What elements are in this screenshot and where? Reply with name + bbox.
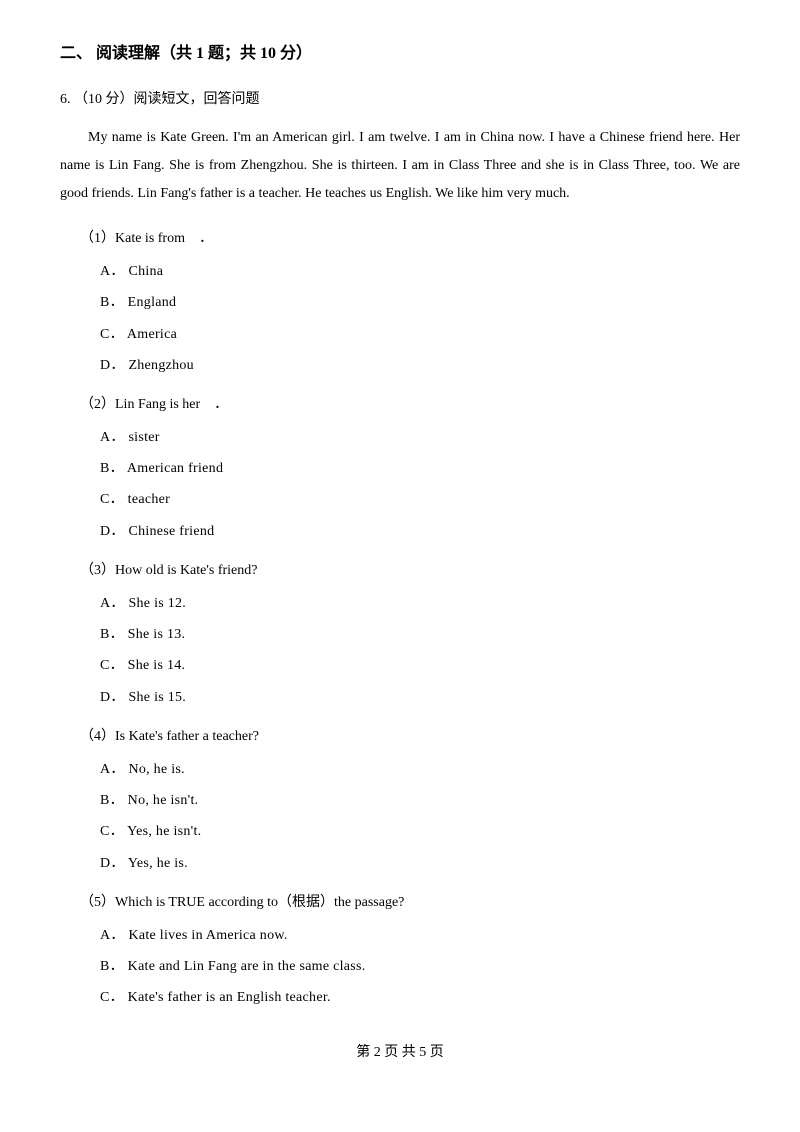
option-1-0: A． China: [100, 259, 740, 284]
option-4-3: D． Yes, he is.: [100, 851, 740, 876]
option-1-2: C． America: [100, 322, 740, 347]
subquestion-1: （1）Kate is from ． A． China B． England C． Am…: [60, 226, 740, 378]
option-3-2: C． She is 14.: [100, 653, 740, 678]
subquestion-5: （5）Which is TRUE according to（根据）the pas…: [60, 890, 740, 1011]
subquestion-3: （3）How old is Kate's friend? A． She is 12…: [60, 558, 740, 710]
subquestions-container: （1）Kate is from ． A． China B． England C． Am…: [60, 226, 740, 1011]
option-3-1: B． She is 13.: [100, 622, 740, 647]
subquestion-text-3: （3）How old is Kate's friend?: [80, 558, 740, 583]
subquestion-text-2: （2）Lin Fang is her ．: [80, 392, 740, 417]
subquestion-text-1: （1）Kate is from ．: [80, 226, 740, 251]
section-title: 二、 阅读理解（共 1 题；共 10 分）: [60, 40, 740, 69]
option-5-0: A． Kate lives in America now.: [100, 923, 740, 948]
option-3-0: A． She is 12.: [100, 591, 740, 616]
option-2-2: C． teacher: [100, 487, 740, 512]
option-3-3: D． She is 15.: [100, 685, 740, 710]
option-4-1: B． No, he isn't.: [100, 788, 740, 813]
option-4-0: A． No, he is.: [100, 757, 740, 782]
option-5-2: C． Kate's father is an English teacher.: [100, 985, 740, 1010]
option-2-0: A． sister: [100, 425, 740, 450]
option-4-2: C． Yes, he isn't.: [100, 819, 740, 844]
question-header: 6. （10 分）阅读短文，回答问题: [60, 87, 740, 112]
option-2-1: B． American friend: [100, 456, 740, 481]
subquestion-text-5: （5）Which is TRUE according to（根据）the pas…: [80, 890, 740, 915]
page-footer: 第 2 页 共 5 页: [60, 1040, 740, 1065]
subquestion-4: （4）Is Kate's father a teacher? A． No, he …: [60, 724, 740, 876]
subquestion-text-4: （4）Is Kate's father a teacher?: [80, 724, 740, 749]
option-5-1: B． Kate and Lin Fang are in the same cla…: [100, 954, 740, 979]
option-2-3: D． Chinese friend: [100, 519, 740, 544]
passage: My name is Kate Green. I'm an American g…: [60, 124, 740, 208]
subquestion-2: （2）Lin Fang is her ． A． sister B． American…: [60, 392, 740, 544]
option-1-3: D． Zhengzhou: [100, 353, 740, 378]
option-1-1: B． England: [100, 290, 740, 315]
